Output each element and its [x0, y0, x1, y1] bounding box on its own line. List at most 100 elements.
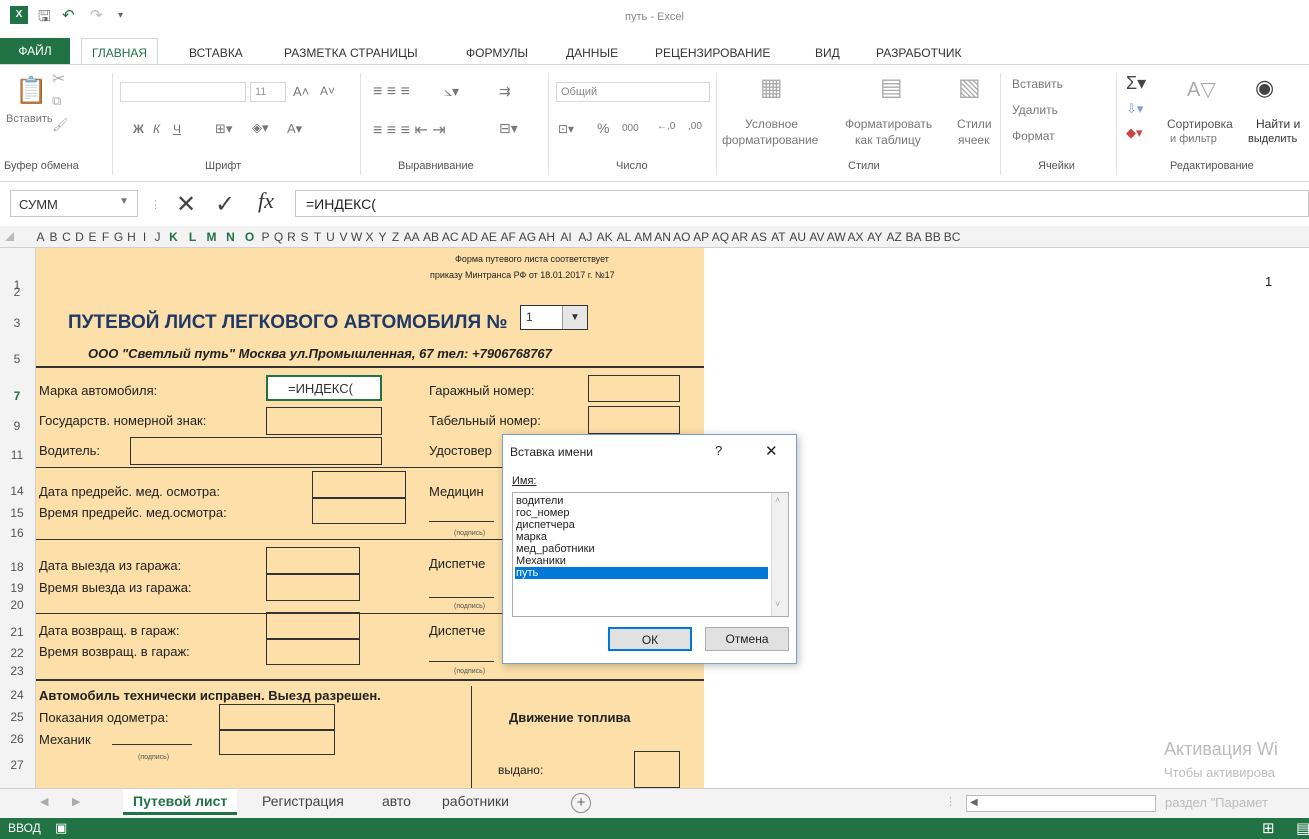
row-header[interactable]: 23 — [0, 664, 34, 678]
row-header[interactable]: 18 — [0, 560, 34, 574]
conditional-format-icon[interactable]: ▦ — [760, 73, 783, 102]
thousands-button[interactable]: 000 — [622, 123, 639, 134]
fuel-issued-field[interactable] — [634, 751, 680, 788]
find-select-label2[interactable]: выделить — [1248, 133, 1297, 145]
ok-button[interactable]: ОК — [608, 627, 692, 651]
column-header[interactable]: B — [47, 230, 60, 244]
exit-date-field[interactable] — [266, 547, 360, 574]
close-icon[interactable]: ✕ — [765, 442, 778, 460]
scroll-up-icon[interactable]: ˄ — [775, 495, 780, 505]
row-header[interactable]: 22 — [0, 646, 34, 660]
row-header[interactable]: 21 — [0, 625, 34, 639]
sheet-tab-registration[interactable]: Регистрация — [262, 793, 344, 809]
cancel-entry-icon[interactable]: ✕ — [176, 190, 196, 219]
row-header[interactable]: 3 — [0, 316, 34, 330]
cell-styles-icon[interactable]: ▧ — [958, 73, 981, 102]
add-sheet-icon[interactable]: + — [571, 793, 591, 813]
column-header[interactable]: AA — [402, 230, 421, 244]
grow-font-icon[interactable]: A˄ — [293, 84, 309, 99]
format-as-table-label2[interactable]: как таблицу — [855, 133, 921, 147]
column-header[interactable]: H — [125, 230, 138, 244]
cell-styles-label[interactable]: Стили — [957, 117, 992, 131]
row-header[interactable]: 7 — [0, 389, 34, 403]
sheet-tab-auto[interactable]: авто — [382, 793, 411, 809]
column-header[interactable]: C — [60, 230, 73, 244]
horizontal-scrollbar[interactable]: ◀ — [966, 795, 1156, 812]
sort-filter-label2[interactable]: и фильтр — [1170, 133, 1217, 145]
column-header[interactable]: D — [73, 230, 86, 244]
tab-home[interactable]: ГЛАВНАЯ — [81, 38, 159, 65]
formula-input[interactable]: =ИНДЕКС( — [295, 190, 1309, 217]
column-header[interactable]: AS — [749, 230, 768, 244]
row-header[interactable]: 15 — [0, 506, 34, 520]
select-all-icon[interactable] — [5, 232, 14, 241]
odometer-field[interactable] — [219, 704, 335, 730]
help-icon[interactable]: ? — [715, 443, 722, 458]
mechanic-field[interactable] — [219, 730, 335, 755]
insert-cells-button[interactable]: Вставить — [1012, 77, 1063, 91]
column-header[interactable]: BC — [942, 230, 961, 244]
scroll-left-icon[interactable]: ◀ — [970, 797, 978, 808]
scroll-right-icon[interactable]: ▶ — [72, 795, 80, 808]
column-header[interactable]: V — [337, 230, 350, 244]
list-item[interactable]: водители — [515, 495, 768, 507]
med-date-field[interactable] — [312, 471, 406, 498]
macro-record-icon[interactable]: ▣ — [55, 820, 67, 836]
cut-icon[interactable]: ✂ — [52, 69, 65, 89]
row-header[interactable]: 5 — [0, 352, 34, 366]
column-header[interactable]: AG — [518, 230, 537, 244]
return-date-field[interactable] — [266, 612, 360, 639]
column-header[interactable]: AY — [865, 230, 884, 244]
sort-filter-label[interactable]: Сортировка — [1167, 117, 1233, 131]
column-header[interactable]: T — [311, 230, 324, 244]
column-header[interactable]: M — [202, 230, 221, 244]
list-item[interactable]: путь — [515, 567, 768, 579]
merge-center-icon[interactable]: ⊟▾ — [499, 120, 518, 137]
normal-view-icon[interactable]: ⊞ — [1262, 819, 1275, 837]
row-header[interactable]: 19 — [0, 581, 34, 595]
column-header[interactable]: AM — [634, 230, 653, 244]
column-header[interactable]: N — [221, 230, 240, 244]
row-header[interactable]: 14 — [0, 484, 34, 498]
column-header[interactable]: Q — [272, 230, 285, 244]
column-header[interactable]: Z — [389, 230, 402, 244]
row-header[interactable]: 9 — [0, 419, 34, 433]
wrap-text-icon[interactable]: ⇉ — [499, 83, 511, 100]
row-header[interactable]: 20 — [0, 598, 34, 612]
garage-number-field[interactable] — [588, 375, 680, 402]
row-header[interactable]: 16 — [0, 526, 34, 540]
tab-view[interactable]: ВИД — [815, 46, 840, 60]
column-header[interactable]: AU — [788, 230, 807, 244]
column-header[interactable]: S — [298, 230, 311, 244]
paste-icon[interactable]: 📋 — [15, 75, 47, 106]
column-header[interactable]: AP — [692, 230, 711, 244]
chevron-down-icon[interactable]: ▼ — [119, 196, 129, 207]
names-listbox[interactable]: водители гос_номер диспетчера марка мед_рабо… — [512, 492, 789, 617]
column-header[interactable]: AX — [846, 230, 865, 244]
tab-number-field[interactable] — [588, 406, 680, 434]
column-header[interactable]: F — [99, 230, 112, 244]
column-header[interactable]: AQ — [711, 230, 730, 244]
row-header[interactable]: 26 — [0, 732, 34, 746]
column-header[interactable]: L — [183, 230, 202, 244]
chevron-down-icon[interactable]: ▼ — [562, 306, 587, 329]
column-header[interactable]: AH — [537, 230, 556, 244]
row-header[interactable]: 25 — [0, 710, 34, 724]
row-header[interactable]: 27 — [0, 758, 34, 772]
percent-button[interactable]: % — [597, 120, 609, 136]
conditional-format-label2[interactable]: форматирование — [722, 133, 818, 147]
column-header[interactable]: E — [86, 230, 99, 244]
column-header[interactable]: AJ — [576, 230, 595, 244]
row-header[interactable]: 11 — [0, 448, 34, 462]
column-header[interactable]: U — [324, 230, 337, 244]
return-time-field[interactable] — [266, 639, 360, 665]
tab-data[interactable]: ДАННЫЕ — [566, 46, 618, 60]
listbox-scrollbar[interactable]: ˄ ˅ — [771, 493, 788, 616]
name-box[interactable]: СУММ ▼ — [10, 190, 138, 217]
sheet-tab-waybill[interactable]: Путевой лист — [123, 789, 238, 815]
format-as-table-label[interactable]: Форматировать — [845, 117, 932, 131]
list-item[interactable]: диспетчера — [515, 519, 768, 531]
column-header[interactable]: AR — [730, 230, 749, 244]
column-header[interactable]: R — [285, 230, 298, 244]
column-header[interactable]: AI — [556, 230, 575, 244]
